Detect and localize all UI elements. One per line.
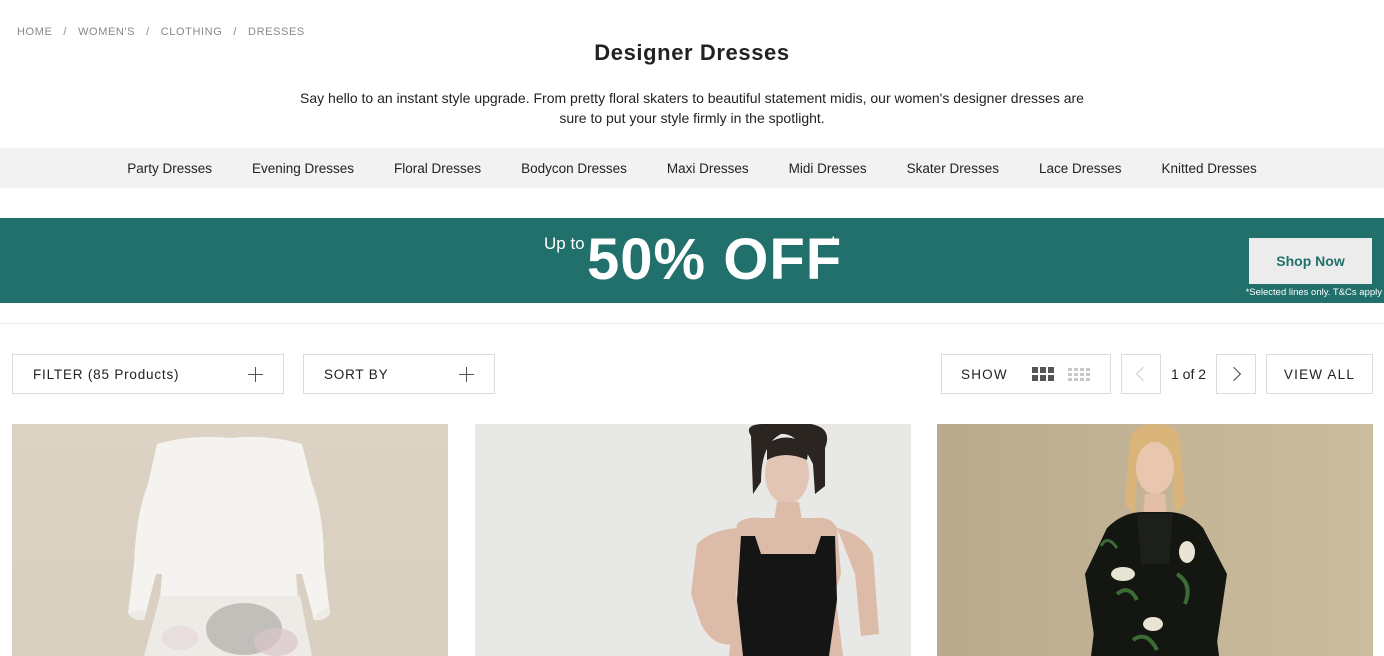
sort-label: SORT BY (324, 366, 389, 382)
previous-page-button[interactable] (1121, 354, 1161, 394)
category-link-knitted[interactable]: Knitted Dresses (1162, 161, 1257, 176)
breadcrumb-separator: / (233, 26, 238, 38)
product-image-black-floral-maxi-dress[interactable] (937, 424, 1373, 656)
promo-terms: *Selected lines only. T&Cs apply (1245, 287, 1382, 298)
breadcrumb-womens[interactable]: WOMEN'S (78, 26, 135, 38)
promo-headline: 50% OFF (587, 227, 843, 292)
plus-icon (248, 366, 263, 382)
show-label: SHOW (961, 366, 1008, 382)
category-link-midi[interactable]: Midi Dresses (789, 161, 867, 176)
breadcrumb-dresses[interactable]: DRESSES (248, 26, 305, 38)
breadcrumb-home[interactable]: HOME (17, 26, 52, 38)
product-image-black-square-neck-dress[interactable] (475, 424, 911, 656)
shop-now-button[interactable]: Shop Now (1249, 238, 1372, 284)
product-card[interactable] (937, 424, 1373, 656)
product-card[interactable] (475, 424, 911, 656)
filter-label: FILTER (85 Products) (33, 366, 180, 382)
breadcrumb-separator: / (63, 26, 68, 38)
breadcrumb: HOME / WOMEN'S / CLOTHING / DRESSES (17, 26, 305, 38)
divider (0, 323, 1384, 324)
sort-by-button[interactable]: SORT BY (303, 354, 495, 394)
view-all-button[interactable]: VIEW ALL (1266, 354, 1373, 394)
category-bar: Party Dresses Evening Dresses Floral Dre… (0, 148, 1384, 188)
category-link-floral[interactable]: Floral Dresses (394, 161, 481, 176)
category-link-maxi[interactable]: Maxi Dresses (667, 161, 749, 176)
promo-prefix: Up to (544, 234, 585, 253)
promo-banner[interactable]: Up to 50% OFF * Shop Now *Selected lines… (0, 218, 1384, 303)
plus-icon (459, 366, 474, 382)
chevron-right-icon (1226, 366, 1242, 382)
category-link-skater[interactable]: Skater Dresses (907, 161, 999, 176)
category-link-lace[interactable]: Lace Dresses (1039, 161, 1122, 176)
page-description: Say hello to an instant style upgrade. F… (300, 90, 1084, 126)
category-link-party[interactable]: Party Dresses (127, 161, 212, 176)
next-page-button[interactable] (1216, 354, 1256, 394)
product-card[interactable] (12, 424, 448, 656)
category-link-bodycon[interactable]: Bodycon Dresses (521, 161, 627, 176)
chevron-left-icon (1135, 366, 1151, 382)
filter-button[interactable]: FILTER (85 Products) (12, 354, 284, 394)
page-indicator: 1 of 2 (1170, 366, 1207, 382)
breadcrumb-clothing[interactable]: CLOTHING (161, 26, 223, 38)
grid-4-icon[interactable] (1067, 367, 1090, 381)
product-image-white-top-floral-skirt[interactable] (12, 424, 448, 656)
promo-asterisk: * (829, 232, 838, 257)
grid-3-icon[interactable] (1031, 367, 1054, 381)
category-link-evening[interactable]: Evening Dresses (252, 161, 354, 176)
show-grid-selector: SHOW (941, 354, 1111, 394)
breadcrumb-separator: / (146, 26, 150, 38)
page-title: Designer Dresses (594, 40, 790, 65)
